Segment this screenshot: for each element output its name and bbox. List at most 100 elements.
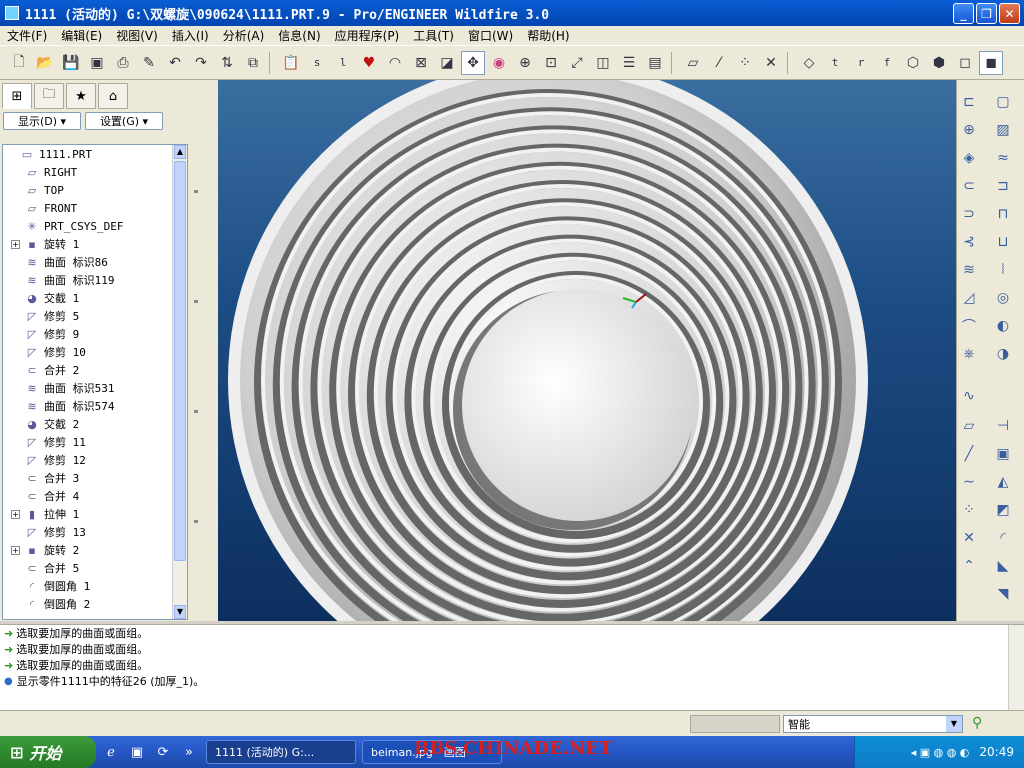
settings-dropdown-button[interactable]: 设置(G) ▾ xyxy=(85,112,163,130)
rib-icon[interactable]: ⊕ xyxy=(957,118,981,142)
favorites-tab-icon[interactable]: ★ xyxy=(66,83,96,109)
tree-item[interactable]: + ▪ 旋转 2 xyxy=(3,541,187,559)
menu-edit[interactable]: 编辑(E) xyxy=(54,27,109,44)
undo-icon[interactable]: ↶ xyxy=(163,51,187,75)
merge-icon[interactable]: ≋ xyxy=(957,258,981,282)
save-icon[interactable]: 💾 xyxy=(59,51,83,75)
round-feature-icon[interactable]: ◜ xyxy=(991,526,1015,550)
traffic-light-icon[interactable]: ⚲ xyxy=(972,715,982,731)
quicklaunch-icon-3[interactable]: ⟳ xyxy=(152,741,174,763)
warp-icon[interactable]: ◑ xyxy=(991,342,1015,366)
tree-item[interactable]: ◕ 交截 1 xyxy=(3,289,187,307)
redo-icon[interactable]: ↷ xyxy=(189,51,213,75)
scroll-up-icon[interactable]: ▲ xyxy=(174,145,186,159)
save-copy-icon[interactable]: ▣ xyxy=(85,51,109,75)
tree-item[interactable]: + ▮ 拉伸 1 xyxy=(3,505,187,523)
expand-toggle-icon[interactable]: + xyxy=(11,239,20,249)
menu-insert[interactable]: 插入(I) xyxy=(165,27,216,44)
analysis-icon[interactable]: ⌃ xyxy=(957,554,981,578)
datum-letter-t[interactable]: t xyxy=(823,51,847,75)
datum-letter-r[interactable]: r xyxy=(849,51,873,75)
thicken-icon[interactable]: ◿ xyxy=(957,286,981,310)
new-file-icon[interactable]: 🗋 xyxy=(7,51,31,75)
menu-tools[interactable]: 工具(T) xyxy=(406,27,461,44)
tree-item[interactable]: ✳ PRT_CSYS_DEF xyxy=(3,217,187,235)
wireframe-icon[interactable]: ⊠ xyxy=(409,51,433,75)
show-dropdown-button[interactable]: 显示(D) ▾ xyxy=(3,112,81,130)
tree-item[interactable]: ▱ FRONT xyxy=(3,199,187,217)
datum-point-icon[interactable]: ⁘ xyxy=(957,498,981,522)
cube-view-icon[interactable]: ⬡ xyxy=(901,51,925,75)
draft-icon[interactable]: ▨ xyxy=(991,118,1015,142)
close-button[interactable]: ✕ xyxy=(999,3,1020,24)
menu-applications[interactable]: 应用程序(P) xyxy=(328,27,407,44)
datum-plane-icon[interactable]: ▱ xyxy=(957,414,981,438)
view-letter-l[interactable]: l xyxy=(331,51,355,75)
tree-item[interactable]: ◸ 修剪 12 xyxy=(3,451,187,469)
message-scrollbar[interactable] xyxy=(1008,625,1024,711)
regenerate-icon[interactable]: ⇅ xyxy=(215,51,239,75)
tree-item[interactable]: ◸ 修剪 11 xyxy=(3,433,187,451)
cube-view-icon-2[interactable]: ⬢ xyxy=(927,51,951,75)
zoom-in-icon[interactable]: ⊕ xyxy=(513,51,537,75)
menu-file[interactable]: 文件(F) xyxy=(0,27,54,44)
zoom-fit-icon[interactable]: ⊡ xyxy=(539,51,563,75)
print-icon[interactable]: ⎙ xyxy=(111,51,135,75)
model-tree-tab-icon[interactable]: ⊞ xyxy=(2,83,32,109)
datum-plane-display-icon[interactable]: ▱ xyxy=(681,51,705,75)
reorient-icon[interactable]: ⤢ xyxy=(565,51,589,75)
wave-curve-icon[interactable]: ∿ xyxy=(957,384,981,408)
tree-item[interactable]: ◸ 修剪 5 xyxy=(3,307,187,325)
tree-item[interactable]: ≋ 曲面 标识86 xyxy=(3,253,187,271)
chevron-down-icon[interactable]: ▼ xyxy=(946,716,962,732)
selection-filter-select[interactable]: 智能 ▼ xyxy=(783,715,963,733)
solidify-icon[interactable]: ◎ xyxy=(991,286,1015,310)
datum-axis-icon[interactable]: ╱ xyxy=(957,442,981,466)
tree-item[interactable]: ⊂ 合并 5 xyxy=(3,559,187,577)
cosmetic-icon[interactable]: ◥ xyxy=(991,582,1015,606)
tree-item[interactable]: ≋ 曲面 标识574 xyxy=(3,397,187,415)
tree-item[interactable]: ◸ 修剪 10 xyxy=(3,343,187,361)
tree-item[interactable]: ⊂ 合并 3 xyxy=(3,469,187,487)
tree-scrollbar[interactable]: ▲ ▼ xyxy=(172,145,187,619)
tree-item[interactable]: ≋ 曲面 标识119 xyxy=(3,271,187,289)
intersect-icon[interactable]: ⦚ xyxy=(991,258,1015,282)
folder-browser-tab-icon[interactable]: 🗀 xyxy=(34,83,64,109)
revolve-icon[interactable]: ▣ xyxy=(991,442,1015,466)
variable-sweep-icon[interactable]: ◐ xyxy=(991,314,1015,338)
open-folder-icon[interactable]: 📂 xyxy=(33,51,57,75)
style-icon[interactable]: ⎈ xyxy=(957,342,981,366)
ie-icon[interactable]: ℯ xyxy=(100,741,122,763)
datum-curve-icon[interactable]: ∼ xyxy=(957,470,981,494)
tree-item[interactable]: ≋ 曲面 标识531 xyxy=(3,379,187,397)
cube-view-icon-3[interactable]: ◻ xyxy=(953,51,977,75)
connections-tab-icon[interactable]: ⌂ xyxy=(98,83,128,109)
round-icon[interactable]: ◈ xyxy=(957,146,981,170)
shell-icon[interactable]: ▢ xyxy=(991,90,1015,114)
boundary-icon[interactable]: ⌒ xyxy=(957,314,981,338)
tree-item[interactable]: ◕ 交截 2 xyxy=(3,415,187,433)
tree-item[interactable]: + ▪ 旋转 1 xyxy=(3,235,187,253)
quicklaunch-more-icon[interactable]: » xyxy=(178,741,200,763)
saved-views-icon[interactable]: ◫ xyxy=(591,51,615,75)
chamfer-feature-icon[interactable]: ◣ xyxy=(991,554,1015,578)
maximize-button[interactable]: ❐ xyxy=(976,3,997,24)
tree-item[interactable]: ▱ RIGHT xyxy=(3,163,187,181)
hole-icon[interactable]: ⊏ xyxy=(957,90,981,114)
hidden-line-icon[interactable]: ◪ xyxy=(435,51,459,75)
tree-item[interactable]: ⊂ 合并 2 xyxy=(3,361,187,379)
csys-display-icon[interactable]: ✕ xyxy=(759,51,783,75)
panel-splitter[interactable] xyxy=(190,80,218,621)
menu-window[interactable]: 窗口(W) xyxy=(461,27,520,44)
tree-item[interactable]: ◜ 倒圆角 1 xyxy=(3,577,187,595)
pattern-icon[interactable]: ⊐ xyxy=(991,174,1015,198)
sweep-icon[interactable]: ⊂ xyxy=(957,174,981,198)
edit-icon[interactable]: ✎ xyxy=(137,51,161,75)
expand-toggle-icon[interactable]: + xyxy=(11,509,20,519)
menu-analysis[interactable]: 分析(A) xyxy=(216,27,272,44)
extrude-icon[interactable]: ⊣ xyxy=(991,414,1015,438)
trim-icon[interactable]: ⊔ xyxy=(991,230,1015,254)
graphics-viewport[interactable] xyxy=(218,80,956,621)
blend-icon[interactable]: ◭ xyxy=(991,470,1015,494)
view-letter-s[interactable]: s xyxy=(305,51,329,75)
